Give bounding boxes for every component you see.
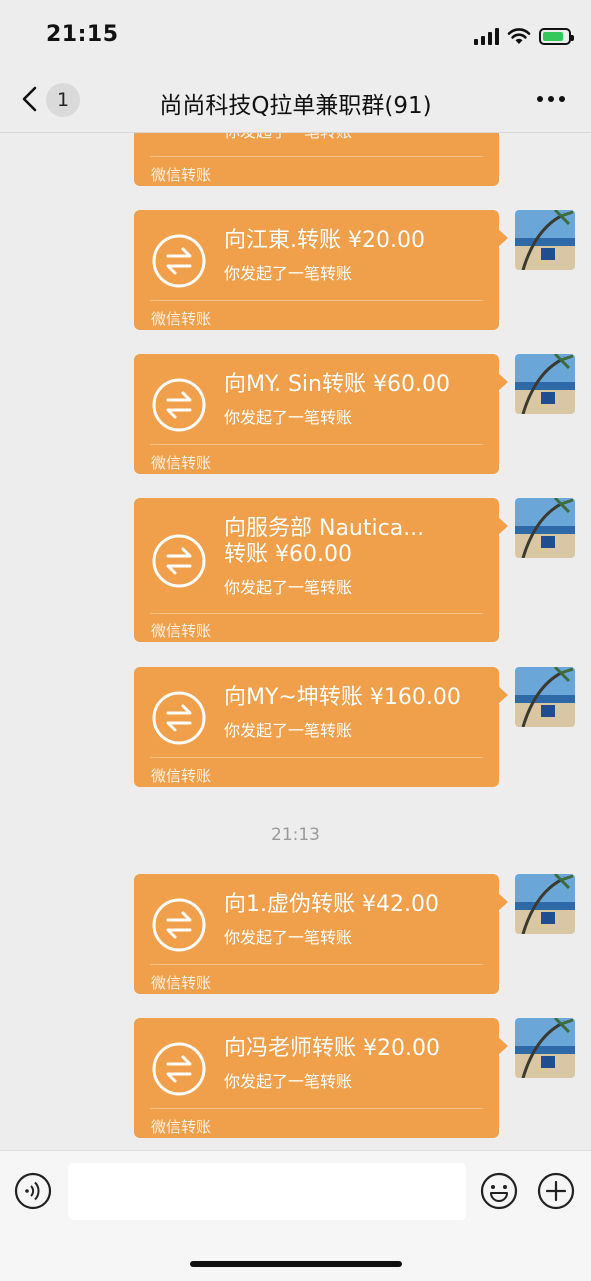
transfer-subtitle: 你发起了一笔转账 bbox=[224, 721, 353, 740]
avatar[interactable] bbox=[515, 498, 575, 558]
transfer-footer: 微信转账 bbox=[151, 166, 212, 184]
chat-messages[interactable]: 你发起了一笔转账 微信转账 向江東.转账 ¥20.00 你发起了一笔转账 微信转… bbox=[0, 133, 591, 1150]
battery-icon bbox=[539, 27, 574, 45]
transfer-subtitle: 你发起了一笔转账 bbox=[224, 1072, 353, 1091]
message-transfer: 向服务部 Nautica... 转账 ¥60.00 你发起了一笔转账 微信转账 bbox=[134, 498, 508, 642]
message-transfer: 向MY. Sin转账 ¥60.00 你发起了一笔转账 微信转账 bbox=[134, 354, 508, 474]
transfer-title-line2: 转账 ¥60.00 bbox=[224, 542, 352, 567]
transfer-subtitle: 你发起了一笔转账 bbox=[224, 408, 353, 427]
avatar[interactable] bbox=[515, 667, 575, 727]
transfer-bubble[interactable]: 向MY. Sin转账 ¥60.00 你发起了一笔转账 微信转账 bbox=[134, 354, 508, 474]
transfer-subtitle: 你发起了一笔转账 bbox=[224, 133, 352, 142]
avatar[interactable] bbox=[515, 1018, 575, 1078]
message-transfer: 向MY~坤转账 ¥160.00 你发起了一笔转账 微信转账 bbox=[134, 667, 508, 787]
status-bar: 21:15 bbox=[0, 0, 591, 70]
transfer-footer: 微信转账 bbox=[151, 1118, 212, 1136]
transfer-arrows-icon bbox=[152, 1042, 206, 1096]
transfer-subtitle: 你发起了一笔转账 bbox=[224, 264, 353, 283]
wifi-icon bbox=[507, 28, 531, 44]
emoji-icon[interactable] bbox=[480, 1172, 518, 1210]
transfer-arrows-icon bbox=[152, 691, 206, 745]
transfer-footer: 微信转账 bbox=[151, 622, 212, 640]
transfer-title: 向江東.转账 ¥20.00 bbox=[224, 228, 425, 253]
transfer-subtitle: 你发起了一笔转账 bbox=[224, 578, 353, 597]
transfer-arrows-icon bbox=[152, 534, 206, 588]
cellular-signal-icon bbox=[474, 27, 499, 45]
avatar[interactable] bbox=[515, 874, 575, 934]
transfer-title: 向1.虚伪转账 ¥42.00 bbox=[224, 892, 439, 917]
transfer-title: 向冯老师转账 ¥20.00 bbox=[224, 1036, 440, 1061]
message-transfer: 向1.虚伪转账 ¥42.00 你发起了一笔转账 微信转账 bbox=[134, 874, 508, 994]
message-transfer-partial: 你发起了一笔转账 微信转账 bbox=[134, 133, 499, 186]
message-timestamp: 21:13 bbox=[271, 825, 320, 845]
transfer-footer: 微信转账 bbox=[151, 454, 212, 472]
status-time: 21:15 bbox=[46, 22, 119, 47]
transfer-bubble[interactable]: 向1.虚伪转账 ¥42.00 你发起了一笔转账 微信转账 bbox=[134, 874, 508, 994]
transfer-footer: 微信转账 bbox=[151, 310, 212, 328]
plus-icon[interactable] bbox=[537, 1172, 575, 1210]
transfer-arrows-icon bbox=[152, 234, 206, 288]
home-indicator bbox=[190, 1261, 402, 1267]
status-icons bbox=[474, 24, 574, 48]
message-input[interactable] bbox=[68, 1163, 466, 1220]
avatar[interactable] bbox=[515, 210, 575, 270]
transfer-bubble[interactable]: 向冯老师转账 ¥20.00 你发起了一笔转账 微信转账 bbox=[134, 1018, 508, 1138]
message-transfer: 向冯老师转账 ¥20.00 你发起了一笔转账 微信转账 bbox=[134, 1018, 508, 1138]
message-transfer: 向江東.转账 ¥20.00 你发起了一笔转账 微信转账 bbox=[134, 210, 508, 330]
transfer-footer: 微信转账 bbox=[151, 767, 212, 785]
transfer-bubble[interactable]: 你发起了一笔转账 微信转账 bbox=[134, 133, 499, 186]
transfer-title: 向MY. Sin转账 ¥60.00 bbox=[224, 372, 450, 397]
input-bar bbox=[0, 1150, 591, 1281]
avatar[interactable] bbox=[515, 354, 575, 414]
transfer-arrows-icon bbox=[152, 378, 206, 432]
voice-icon[interactable] bbox=[14, 1172, 52, 1210]
transfer-bubble[interactable]: 向MY~坤转账 ¥160.00 你发起了一笔转账 微信转账 bbox=[134, 667, 508, 787]
transfer-bubble[interactable]: 向服务部 Nautica... 转账 ¥60.00 你发起了一笔转账 微信转账 bbox=[134, 498, 508, 642]
chat-header: 1 尚尚科技Q拉单兼职群(91) bbox=[0, 70, 591, 133]
transfer-footer: 微信转账 bbox=[151, 974, 212, 992]
transfer-bubble[interactable]: 向江東.转账 ¥20.00 你发起了一笔转账 微信转账 bbox=[134, 210, 508, 330]
transfer-subtitle: 你发起了一笔转账 bbox=[224, 928, 353, 947]
more-dots-icon[interactable] bbox=[537, 96, 565, 104]
transfer-title: 向MY~坤转账 ¥160.00 bbox=[224, 685, 461, 710]
chat-title: 尚尚科技Q拉单兼职群(91) bbox=[159, 93, 432, 119]
transfer-arrows-icon bbox=[152, 898, 206, 952]
